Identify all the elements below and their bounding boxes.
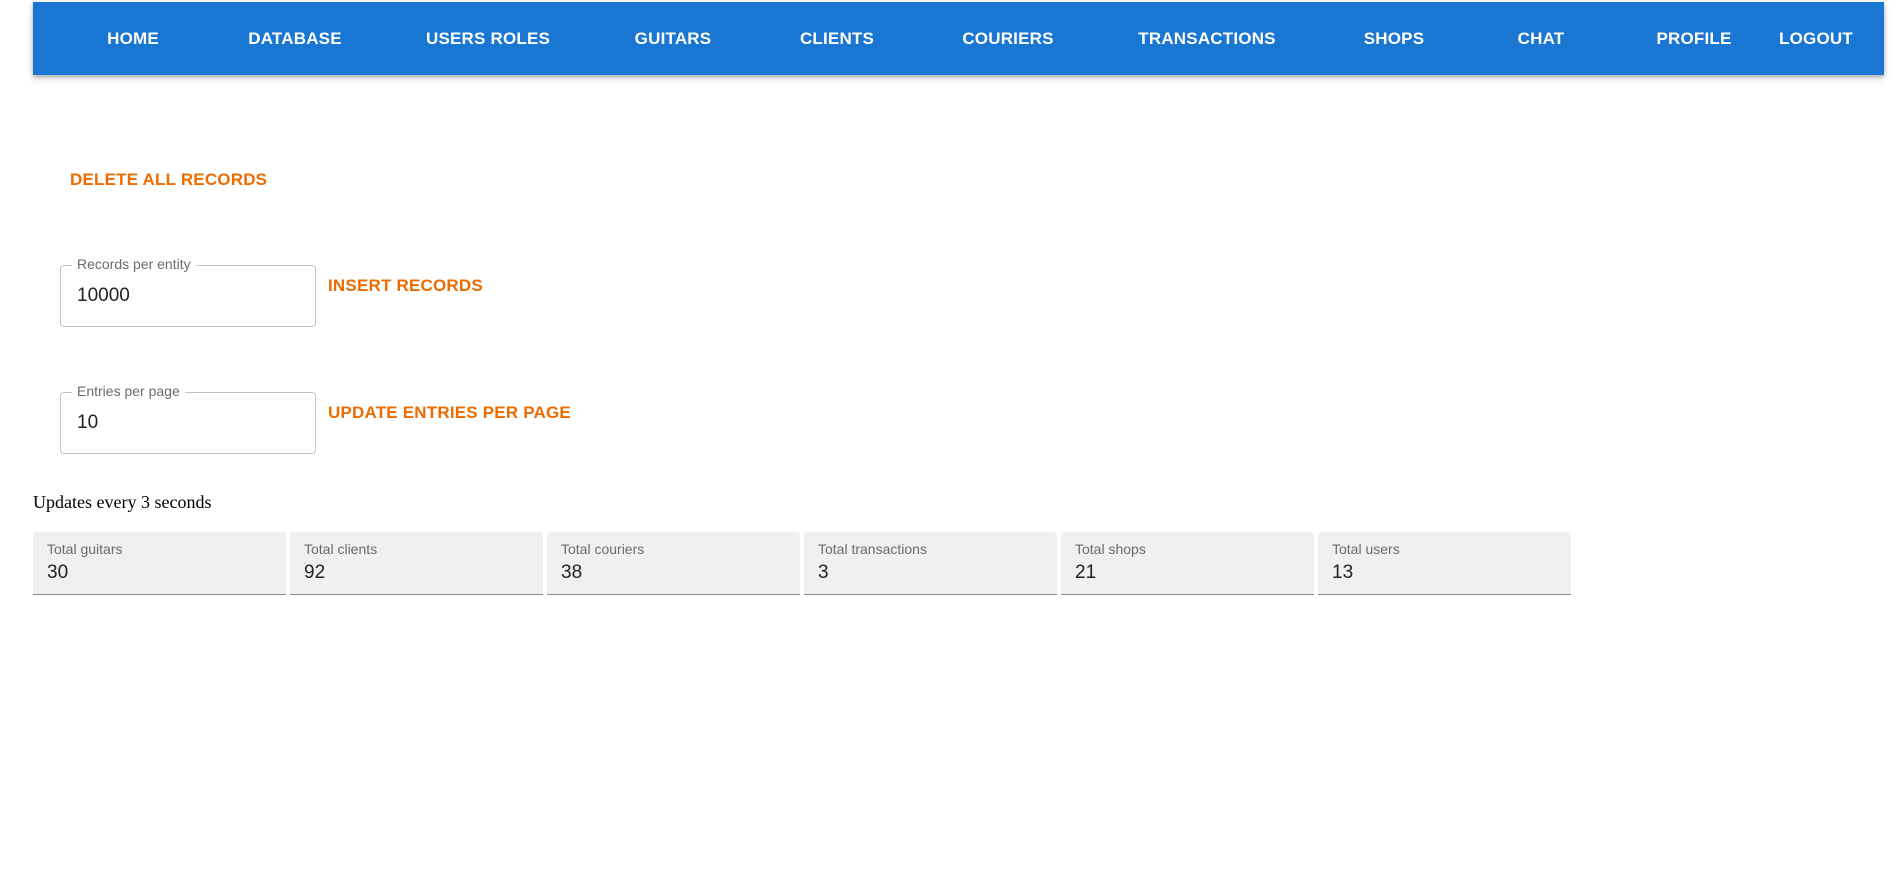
nav-logout[interactable]: LOGOUT [1779, 2, 1853, 75]
records-per-entity-field[interactable]: Records per entity [60, 255, 316, 327]
nav-home[interactable]: HOME [107, 2, 159, 75]
nav-chat[interactable]: CHAT [1518, 2, 1565, 75]
stat-value: 92 [304, 562, 326, 583]
stat-label: Total transactions [818, 541, 927, 557]
entries-per-page-input[interactable] [77, 393, 297, 453]
stat-label: Total clients [304, 541, 378, 557]
nav-shops[interactable]: SHOPS [1364, 2, 1425, 75]
nav-couriers[interactable]: COURIERS [962, 2, 1053, 75]
total-clients-card: Total clients 92 [290, 532, 543, 595]
total-shops-card: Total shops 21 [1061, 532, 1314, 595]
nav-guitars[interactable]: GUITARS [635, 2, 712, 75]
stat-label: Total couriers [561, 541, 645, 557]
update-entries-per-page-button[interactable]: UPDATE ENTRIES PER PAGE [328, 403, 571, 423]
stat-value: 30 [47, 562, 69, 583]
update-interval-note: Updates every 3 seconds [33, 492, 212, 512]
top-navbar: HOME DATABASE USERS ROLES GUITARS CLIENT… [33, 2, 1884, 75]
nav-database[interactable]: DATABASE [248, 2, 342, 75]
records-per-entity-input[interactable] [77, 266, 297, 326]
nav-clients[interactable]: CLIENTS [800, 2, 874, 75]
total-couriers-card: Total couriers 38 [547, 532, 800, 595]
nav-profile[interactable]: PROFILE [1656, 2, 1731, 75]
stat-value: 3 [818, 562, 829, 583]
stat-label: Total guitars [47, 541, 123, 557]
nav-transactions[interactable]: TRANSACTIONS [1138, 2, 1275, 75]
total-transactions-card: Total transactions 3 [804, 532, 1057, 595]
stat-value: 21 [1075, 562, 1097, 583]
stat-label: Total shops [1075, 541, 1146, 557]
nav-users-roles[interactable]: USERS ROLES [426, 2, 550, 75]
stat-value: 38 [561, 562, 583, 583]
delete-all-records-button[interactable]: DELETE ALL RECORDS [70, 170, 267, 190]
total-guitars-card: Total guitars 30 [33, 532, 286, 595]
stat-value: 13 [1332, 562, 1354, 583]
stat-label: Total users [1332, 541, 1400, 557]
total-users-card: Total users 13 [1318, 532, 1571, 595]
entries-per-page-field[interactable]: Entries per page [60, 382, 316, 454]
insert-records-button[interactable]: INSERT RECORDS [328, 276, 483, 296]
